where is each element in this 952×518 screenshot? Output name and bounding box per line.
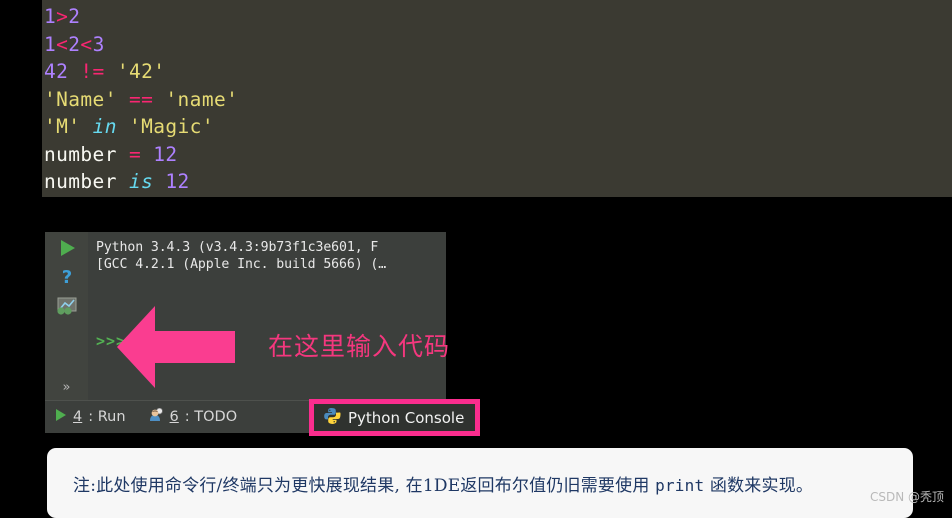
tab-python-console[interactable]: Python Console [309,399,481,436]
console-output-area[interactable]: Python 3.4.3 (v3.4.3:9b73f1c3e601, F [GC… [88,232,446,400]
code-token: < [80,32,93,56]
console-body: ? » Python 3.4.3 (v3.4.3:9b73f1c3e601, F… [45,232,446,400]
code-token: 'M' [44,115,81,138]
code-token: 12 [153,142,178,166]
note-prefix: 注:此处使用命令行/终端只为更快展现结果, 在1DE返回布尔值仍旧需要使用 [73,475,656,496]
play-icon [53,408,67,426]
code-token: = [128,142,142,166]
console-gutter-toolbar: ? » [45,232,88,400]
code-token: in [92,115,117,138]
code-token: 42 [44,60,69,83]
tab-run-label: : Run [88,409,126,425]
console-output-line: [GCC 4.2.1 (Apple Inc. build 5666) (… [96,257,387,272]
code-token: 2 [68,5,81,28]
code-line: 1>2 [44,3,952,31]
code-token: 'Magic' [128,115,214,138]
code-token: 1 [44,32,57,56]
code-token: number [44,170,117,193]
code-token: != [80,60,105,83]
python-logo-icon [323,407,341,429]
code-token: number [44,142,117,166]
tab-run-number: 4 [73,409,83,425]
tab-todo[interactable]: 6 : TODO [148,407,238,426]
variables-chart-icon[interactable] [56,296,78,316]
code-line: 'M' in 'Magic' [44,113,952,141]
code-token: 1 [44,5,57,28]
code-token: == [128,87,154,111]
code-line: number is 12 [44,168,952,196]
code-token: '42' [116,60,166,83]
console-output-line: Python 3.4.3 (v3.4.3:9b73f1c3e601, F [96,240,379,255]
code-token: 2 [68,32,81,56]
tab-todo-number: 6 [169,409,179,425]
code-line: 'Name' == 'name' [44,86,952,114]
code-token: > [56,5,69,28]
csdn-watermark: CSDN @秃顶 [869,490,944,504]
chevrons-right-icon[interactable]: » [63,381,71,394]
tab-python-console-label: Python Console [348,408,465,427]
code-token: 12 [165,170,190,193]
question-mark-icon[interactable]: ? [57,267,77,288]
note-card: 注:此处使用命令行/终端只为更快展现结果, 在1DE返回布尔值仍旧需要使用 pr… [47,448,913,518]
code-block: 1>2 1<2<3 42 != '42' 'Name' == 'name' 'M' in… [42,0,952,197]
code-line: number = 12 [44,141,952,169]
console-prompt: >>> [96,332,127,350]
code-line: 1<2<3 [44,31,952,59]
code-token: 3 [92,32,105,56]
code-token: < [56,32,69,56]
code-token: 'name' [165,87,239,111]
tab-run[interactable]: 4 : Run [53,408,126,426]
note-code-keyword: print [655,475,705,495]
code-line: 42 != '42' [44,58,952,86]
code-token: 'Name' [44,87,117,111]
note-text: 注:此处使用命令行/终端只为更快展现结果, 在1DE返回布尔值仍旧需要使用 pr… [73,471,813,496]
svg-text:?: ? [61,267,71,287]
play-icon[interactable] [57,238,77,258]
todo-person-icon [148,407,164,426]
console-tab-bar: 4 : Run 6 : TODO Python Console [45,399,481,436]
tab-todo-label: : TODO [184,409,238,425]
annotation-text: 在这里输入代码 [268,332,451,361]
note-suffix: 函数来实现。 [704,475,814,496]
code-token: is [128,170,154,193]
